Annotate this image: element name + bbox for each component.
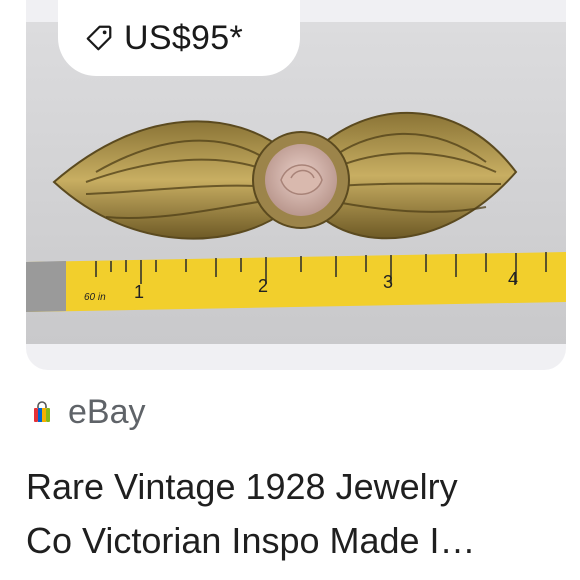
title-line-1: Rare Vintage 1928 Jewelry <box>26 466 458 507</box>
product-title[interactable]: Rare Vintage 1928 Jewelry Co Victorian I… <box>26 460 556 568</box>
price-tag-icon <box>86 25 112 51</box>
source-row[interactable]: eBay <box>30 390 146 434</box>
tape-number-4: 4 <box>508 269 518 289</box>
tape-number-1: 1 <box>134 282 144 302</box>
tape-small-label: 60 in <box>84 292 106 303</box>
price-badge: US$95* <box>58 0 300 76</box>
title-line-2: Co Victorian Inspo Made I… <box>26 520 476 561</box>
tape-number-2: 2 <box>258 276 268 296</box>
source-name: eBay <box>68 392 146 431</box>
price-text: US$95* <box>124 18 243 57</box>
tape-number-3: 3 <box>383 272 393 292</box>
ebay-bag-icon <box>34 401 50 422</box>
